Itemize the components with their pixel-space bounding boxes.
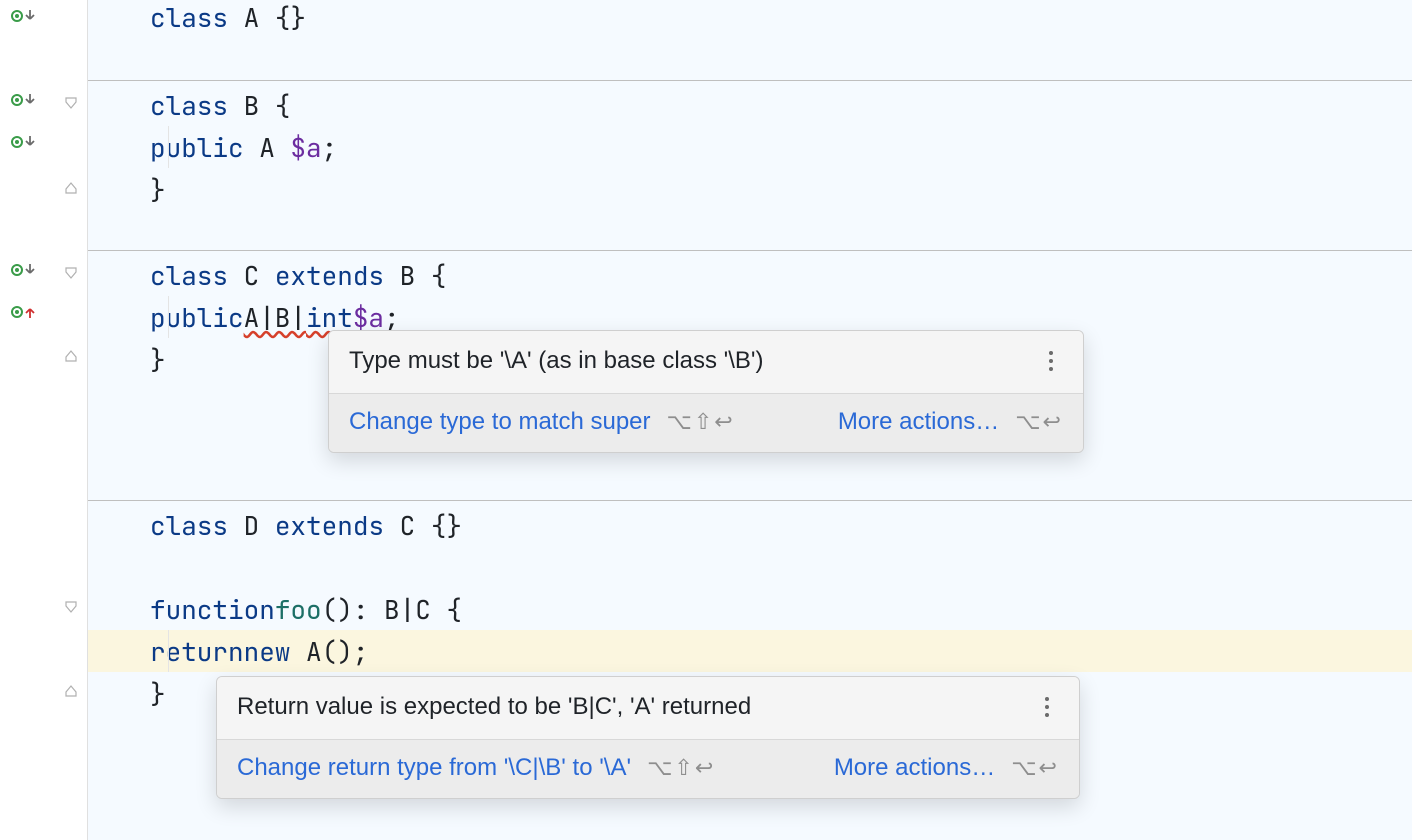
quick-fix-label: Change type to match super [349, 408, 651, 436]
shortcut-hint: ⌥⇧↩ [667, 409, 735, 435]
code-line[interactable]: class D extends C {} [88, 504, 1412, 546]
fold-start-icon[interactable] [61, 263, 81, 283]
code-line[interactable]: class A {} [88, 0, 1412, 38]
popup-actions-row: Change return type from '\C|\B' to '\A' … [217, 739, 1079, 798]
more-actions-label: More actions… [838, 408, 999, 436]
shortcut-hint: ⌥↩ [1015, 409, 1063, 435]
implementing-icon[interactable] [10, 89, 44, 111]
fold-start-icon[interactable] [61, 597, 81, 617]
kebab-icon[interactable] [1039, 349, 1063, 373]
inspection-popup: Type must be '\A' (as in base class '\B'… [328, 330, 1084, 453]
shortcut-hint: ⌥⇧↩ [647, 755, 715, 781]
quick-fix-label: Change return type from '\C|\B' to '\A' [237, 754, 631, 782]
overriding-icon[interactable] [10, 301, 44, 323]
block-separator [88, 250, 1412, 251]
quick-fix-change-type[interactable]: Change type to match super ⌥⇧↩ [349, 408, 735, 436]
fold-end-icon[interactable] [61, 346, 81, 366]
fold-end-icon[interactable] [61, 681, 81, 701]
code-line[interactable]: class C extends B { [88, 254, 1412, 296]
fold-end-icon[interactable] [61, 178, 81, 198]
block-separator [88, 80, 1412, 81]
shortcut-hint: ⌥↩ [1011, 755, 1059, 781]
gutter [0, 0, 54, 840]
popup-actions-row: Change type to match super ⌥⇧↩ More acti… [329, 393, 1083, 452]
more-actions[interactable]: More actions… ⌥↩ [838, 408, 1063, 436]
quick-fix-change-return-type[interactable]: Change return type from '\C|\B' to '\A' … [237, 754, 715, 782]
inspection-popup: Return value is expected to be 'B|C', 'A… [216, 676, 1080, 799]
code-line[interactable]: class B { [88, 84, 1412, 126]
popup-header: Return value is expected to be 'B|C', 'A… [217, 677, 1079, 739]
more-actions[interactable]: More actions… ⌥↩ [834, 754, 1059, 782]
code-line[interactable]: } [88, 168, 1412, 210]
popup-title: Return value is expected to be 'B|C', 'A… [237, 693, 751, 721]
more-actions-label: More actions… [834, 754, 995, 782]
code-line[interactable]: public A $a; [88, 126, 1412, 168]
implementing-icon[interactable] [10, 259, 44, 281]
popup-title: Type must be '\A' (as in base class '\B'… [349, 347, 764, 375]
code-line[interactable]: function foo(): B|C { [88, 588, 1412, 630]
code-editor[interactable]: class A {} class B { public A $a; } clas… [0, 0, 1412, 840]
popup-header: Type must be '\A' (as in base class '\B'… [329, 331, 1083, 393]
fold-column [54, 0, 88, 840]
implementing-icon[interactable] [10, 131, 44, 153]
kebab-icon[interactable] [1035, 695, 1059, 719]
block-separator [88, 500, 1412, 501]
implementing-icon[interactable] [10, 5, 44, 27]
fold-start-icon[interactable] [61, 93, 81, 113]
code-line-highlighted[interactable]: return new A(); [88, 630, 1412, 672]
